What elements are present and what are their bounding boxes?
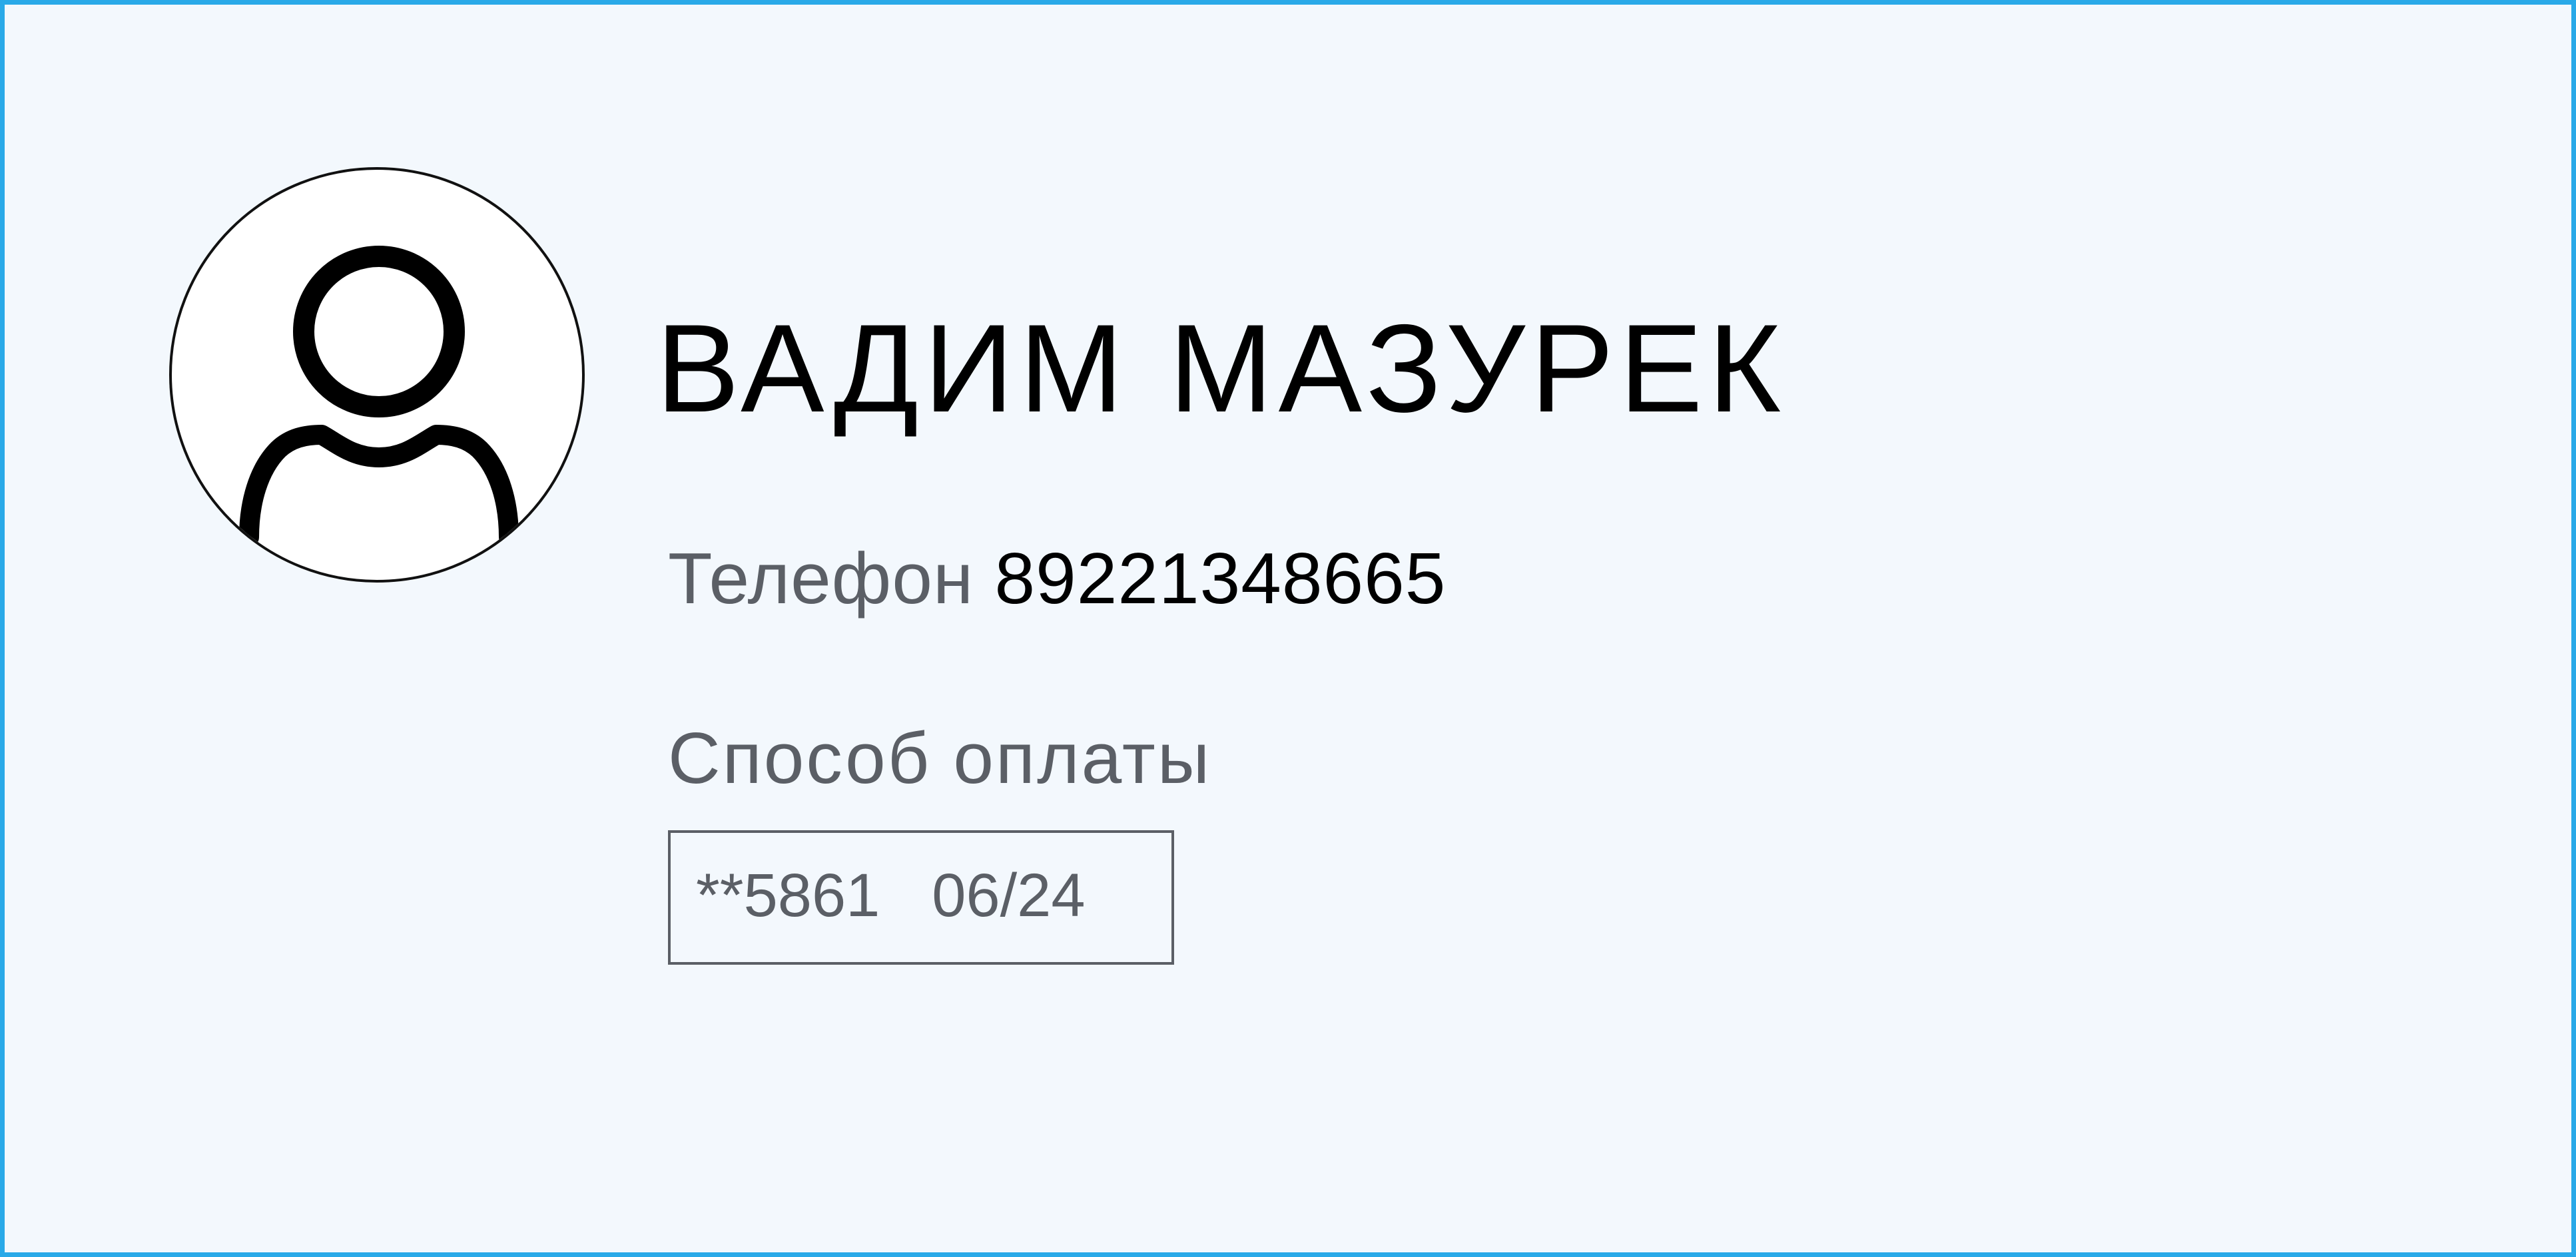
phone-value[interactable]: 89221348665 [994,538,1446,619]
phone-row: Телефон 89221348665 [668,543,1446,615]
phone-label: Телефон [668,538,974,619]
card-expiry: 06/24 [932,862,1086,929]
payment-card-details: **5861 06/24 [696,865,1086,926]
card-number: **5861 [696,862,880,929]
payment-card-button[interactable]: **5861 06/24 [668,830,1174,965]
profile-card: ВАДИМ МАЗУРЕК Телефон 89221348665 Способ… [0,0,2576,1257]
avatar[interactable] [169,167,585,583]
user-name: ВАДИМ МАЗУРЕК [656,298,1787,438]
payment-method-title: Способ оплаты [668,718,1212,799]
user-avatar-icon [239,246,519,547]
